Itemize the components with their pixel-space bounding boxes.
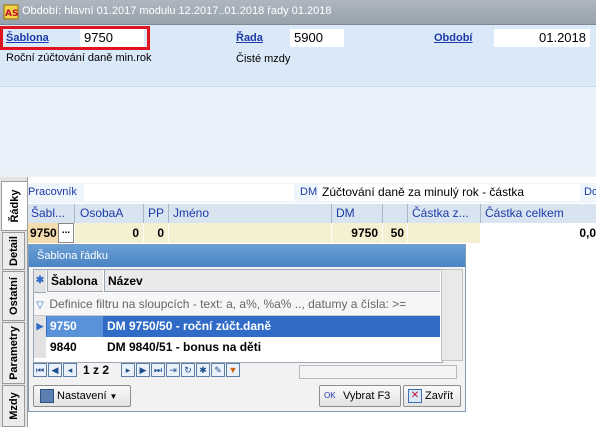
popup-vertical-scrollbar[interactable] — [441, 269, 463, 361]
page-indicator: 1 z 2 — [83, 363, 110, 377]
do-label: Do — [584, 186, 596, 198]
row-marker — [34, 337, 46, 358]
popup-cell-nazev: DM 9750/50 - roční zúčt.daně — [107, 319, 272, 333]
last-page-icon[interactable]: ⏭ — [151, 363, 165, 377]
popup-col-nazev[interactable]: Název — [104, 270, 440, 292]
cell-osoba[interactable]: 0 — [75, 223, 143, 243]
popup-list-item[interactable]: 9840 DM 9840/51 - bonus na děti — [34, 337, 440, 358]
row-marker-header: ✱ — [34, 270, 46, 293]
col-castka-celkem[interactable]: Částka celkem — [485, 206, 564, 220]
prev-record-icon[interactable]: ◂ — [63, 363, 77, 377]
record-navigator: ⏮ ◀ ◂ 1 z 2 ▸ ▶ ⏭ ⇥ ↻ ✱ ✎ ▼ — [33, 363, 463, 383]
settings-button-label: Nastavení — [57, 390, 107, 402]
cell-jmeno[interactable] — [169, 223, 331, 243]
popup-cell-sablona: 9750 — [47, 316, 103, 337]
highlight-box — [0, 26, 150, 50]
filter-funnel-icon[interactable]: ▼ — [226, 363, 240, 377]
obdobi-field[interactable]: 01.2018 — [494, 29, 590, 47]
filter-icon: ▽ — [36, 300, 44, 311]
window-titlebar: AS Období: hlavní 01.2017 modulu 12.2017… — [0, 0, 596, 25]
next-record-icon[interactable]: ▸ — [121, 363, 135, 377]
filter-hint: Definice filtru na sloupcích - text: a, … — [49, 297, 407, 311]
vertical-tab-strip: Řádky Detail Ostatní Parametry Mzdy — [0, 177, 28, 427]
col-jmeno[interactable]: Jméno — [173, 206, 209, 220]
pracovnik-label: Pracovník — [28, 186, 77, 198]
prev-page-icon[interactable]: ◀ — [48, 363, 62, 377]
col-osoba[interactable]: OsobaA — [80, 206, 123, 220]
cell-50[interactable]: 50 — [383, 223, 407, 243]
settings-button[interactable]: Nastavení ▼ — [33, 385, 131, 407]
tab-ostatni[interactable]: Ostatní — [2, 271, 25, 321]
cell-castka-celkem[interactable]: 0,0 — [481, 223, 596, 243]
svg-text:AS: AS — [5, 9, 18, 19]
col-castka-z[interactable]: Částka z... — [412, 206, 469, 220]
tab-parametry[interactable]: Parametry — [2, 322, 25, 384]
ellipsis-button[interactable]: ... — [58, 223, 74, 243]
edit-icon[interactable]: ✎ — [211, 363, 225, 377]
dm-label: DM — [300, 186, 318, 198]
tab-mzdy[interactable]: Mzdy — [2, 385, 25, 427]
popup-col-sablona[interactable]: Šablona — [47, 270, 103, 292]
obdobi-label: Období — [434, 32, 473, 44]
popup-grid: ✱ Šablona Název ▽ Definice filtru na slo… — [33, 269, 443, 363]
sablona-description: Roční zúčtování daně min.rok — [6, 52, 152, 64]
current-row-icon: ▶ — [34, 316, 46, 337]
popup-cell-sablona: 9840 — [50, 340, 77, 354]
chevron-down-icon: ▼ — [109, 392, 118, 401]
tab-detail[interactable]: Detail — [2, 232, 25, 270]
pracovnik-row: Pracovník DM Zúčtování daně za minulý ro… — [28, 183, 596, 203]
popup-title: Šablona řádku — [37, 250, 108, 262]
cell-sablona[interactable]: 9750 — [28, 223, 58, 243]
header-empty-panel — [0, 86, 596, 175]
close-icon: ✕ — [408, 389, 422, 404]
rada-field[interactable]: 5900 — [290, 29, 344, 47]
tab-ostatni-label: Ostatní — [7, 277, 20, 315]
col-pp[interactable]: PP — [148, 206, 164, 220]
cell-castka-z[interactable] — [408, 223, 480, 243]
cell-dm[interactable]: 9750 — [332, 223, 382, 243]
window-title: Období: hlavní 01.2017 modulu 12.2017..0… — [22, 5, 332, 17]
settings-icon — [40, 389, 54, 404]
popup-titlebar: Šablona řádku — [29, 245, 465, 267]
tab-detail-label: Detail — [7, 236, 20, 266]
select-button-label: Vybrat F3 — [343, 390, 391, 402]
ok-icon: OK — [324, 391, 336, 401]
insert-icon[interactable]: ✱ — [196, 363, 210, 377]
popup-cell-nazev: DM 9840/51 - bonus na děti — [107, 340, 262, 354]
popup-list-item[interactable]: ▶ 9750 DM 9750/50 - roční zúčt.daně — [34, 316, 440, 337]
tab-mzdy-label: Mzdy — [7, 392, 20, 420]
first-page-icon[interactable]: ⏮ — [33, 363, 47, 377]
last-record-icon[interactable]: ⇥ — [166, 363, 180, 377]
tab-radky-label: Řádky — [8, 189, 21, 223]
rada-name: Čisté mzdy — [236, 53, 291, 65]
filter-row[interactable]: ▽ Definice filtru na sloupcích - text: a… — [34, 293, 440, 316]
sablona-popup: Šablona řádku ✱ Šablona Název ▽ Definice… — [28, 244, 466, 412]
app-icon: AS — [3, 4, 19, 20]
cell-pp[interactable]: 0 — [144, 223, 168, 243]
tab-parametry-label: Parametry — [7, 326, 20, 380]
dm-description-field[interactable]: Zúčtování daně za minulý rok - částka — [318, 184, 580, 201]
grid-column-header: Šabl... OsobaA PP Jméno DM Částka z... Č… — [28, 204, 596, 224]
tab-radky[interactable]: Řádky — [1, 181, 27, 231]
refresh-icon[interactable]: ↻ — [181, 363, 195, 377]
next-page-icon[interactable]: ▶ — [136, 363, 150, 377]
pracovnik-field[interactable] — [84, 184, 294, 201]
col-sablona[interactable]: Šabl... — [31, 206, 65, 220]
close-button-label: Zavřít — [425, 390, 454, 402]
popup-horizontal-scrollbar[interactable] — [299, 365, 457, 379]
close-button[interactable]: ✕ Zavřít — [403, 385, 461, 407]
table-row[interactable]: 9750 ... 0 0 9750 50 0,0 — [28, 223, 596, 243]
rada-label: Řada — [236, 32, 263, 44]
col-dm[interactable]: DM — [336, 206, 355, 220]
select-button[interactable]: OK Vybrat F3 — [319, 385, 401, 407]
